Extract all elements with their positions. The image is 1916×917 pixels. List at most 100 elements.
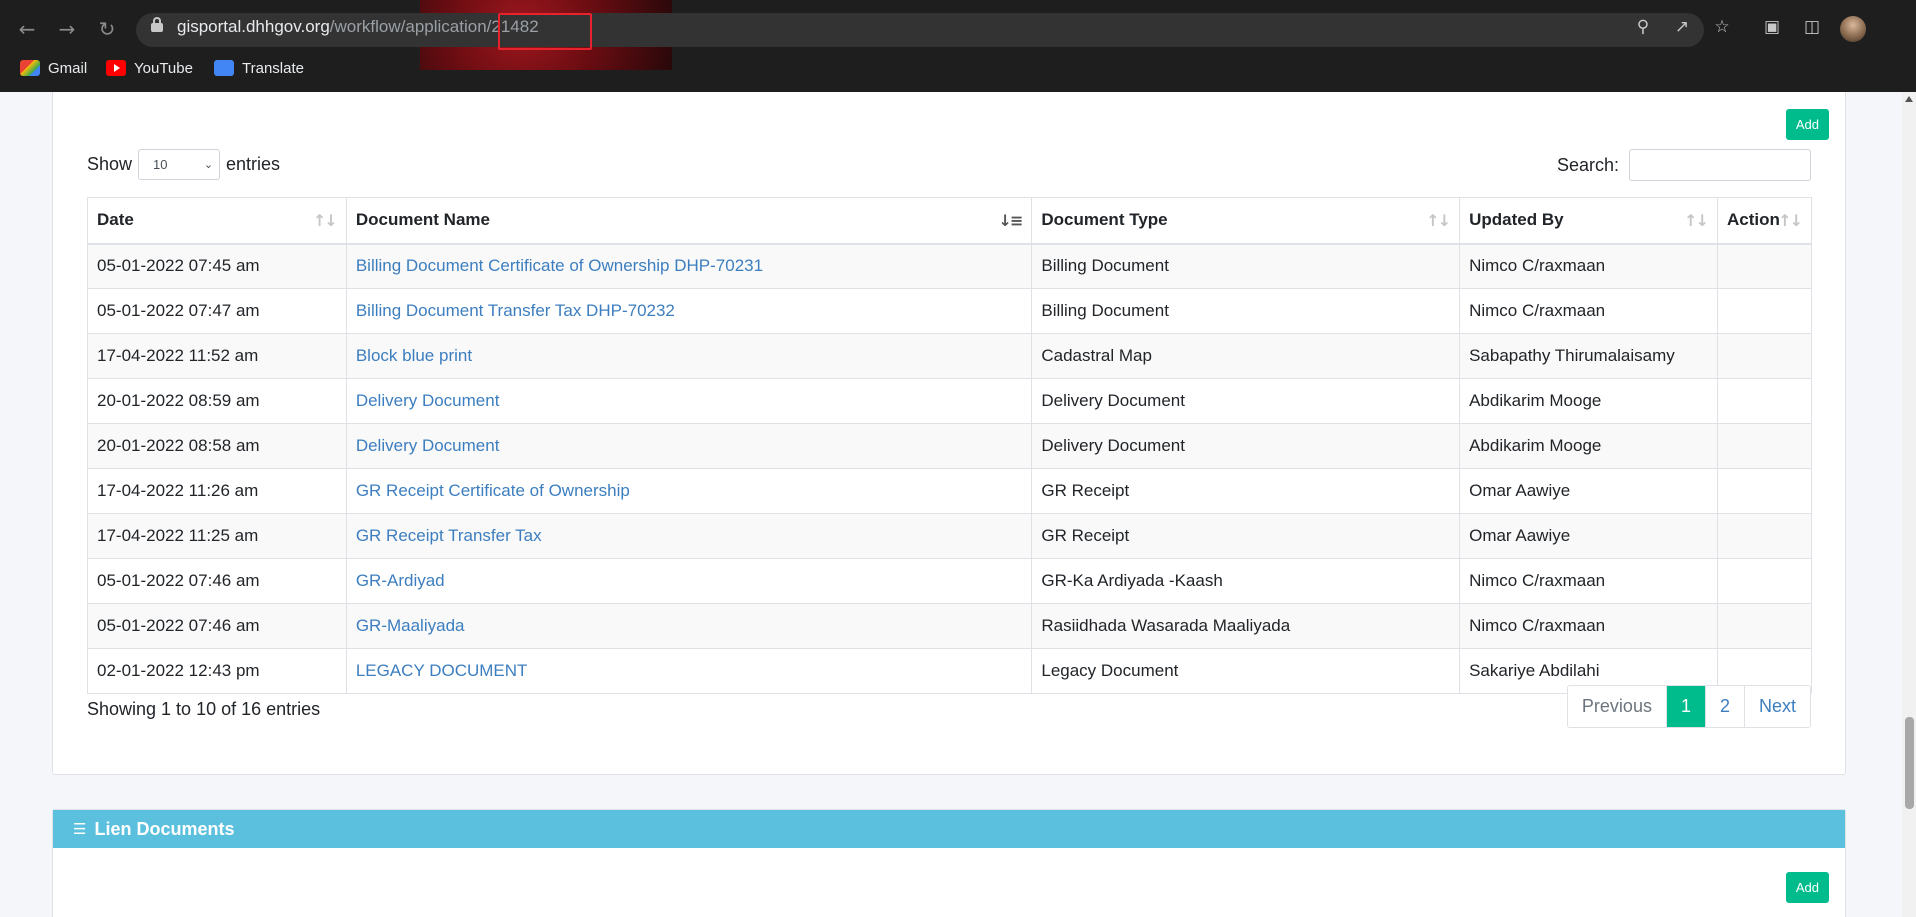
share-icon[interactable]: ↗ <box>1672 17 1692 37</box>
chevron-down-icon: ⌄ <box>203 158 214 171</box>
table-row: 05-01-2022 07:45 am Billing Document Cert… <box>87 243 1813 289</box>
back-icon[interactable]: ← <box>14 16 40 42</box>
zoom-icon[interactable]: ⚲ <box>1633 17 1653 37</box>
table-header-row: Date ↑↓ Document Name ↓≡ Document Type ↑↓ U… <box>87 197 1813 245</box>
extensions-icon[interactable]: ▣ <box>1762 17 1782 37</box>
cell-document-name: Delivery Document <box>345 423 1033 469</box>
pagination-page-2[interactable]: 2 <box>1704 686 1744 727</box>
document-link[interactable]: GR Receipt Transfer Tax <box>356 526 542 545</box>
cell-document-type: GR-Ka Ardiyada -Kaash <box>1031 558 1461 604</box>
pagination-page-1[interactable]: 1 <box>1665 686 1705 727</box>
cell-date: 05-01-2022 07:45 am <box>87 243 347 289</box>
cell-date: 20-01-2022 08:58 am <box>87 423 347 469</box>
search-input[interactable] <box>1629 149 1811 181</box>
bookmarks-bar: Gmail YouTube Translate <box>0 56 1916 80</box>
bookmark-translate[interactable]: Translate <box>214 56 304 80</box>
list-icon: ☰ <box>73 820 87 838</box>
cell-action <box>1716 468 1813 514</box>
cell-updated-by: Abdikarim Mooge <box>1459 423 1718 469</box>
cell-date: 02-01-2022 12:43 pm <box>87 648 347 694</box>
cell-action <box>1716 423 1813 469</box>
document-link[interactable]: LEGACY DOCUMENT <box>356 661 528 680</box>
document-link[interactable]: Billing Document Transfer Tax DHP-70232 <box>356 301 675 320</box>
document-link[interactable]: Block blue print <box>356 346 472 365</box>
sort-icon: ↑↓ <box>313 211 338 230</box>
cell-document-name: Delivery Document <box>345 378 1033 424</box>
document-link[interactable]: GR-Maaliyada <box>356 616 465 635</box>
cell-document-type: GR Receipt <box>1031 468 1461 514</box>
side-panel-icon[interactable]: ◫ <box>1802 17 1822 37</box>
bookmark-star-icon[interactable]: ☆ <box>1712 17 1732 37</box>
lien-documents-card-header: ☰ Lien Documents <box>53 810 1845 848</box>
cell-updated-by: Abdikarim Mooge <box>1459 378 1718 424</box>
cell-date: 05-01-2022 07:46 am <box>87 558 347 604</box>
bookmark-youtube[interactable]: YouTube <box>106 56 193 80</box>
url-text[interactable]: gisportal.dhhgov.org/workflow/applicatio… <box>177 17 539 37</box>
cell-document-name: GR Receipt Certificate of Ownership <box>345 468 1033 514</box>
scrollbar-thumb[interactable] <box>1905 717 1914 809</box>
url-highlight-box <box>498 13 592 50</box>
document-link[interactable]: Delivery Document <box>356 436 500 455</box>
cell-document-type: Legacy Document <box>1031 648 1461 694</box>
pagination: Previous 1 2 Next <box>1566 685 1811 728</box>
cell-document-type: Billing Document <box>1031 243 1461 289</box>
lock-icon[interactable] <box>151 17 163 32</box>
table-row: 20-01-2022 08:58 am Delivery Document Deli… <box>87 423 1813 469</box>
cell-document-name: Billing Document Transfer Tax DHP-70232 <box>345 288 1033 334</box>
cell-updated-by: Omar Aawiye <box>1459 468 1718 514</box>
reload-icon[interactable]: ↻ <box>94 16 120 42</box>
sort-ascending-icon: ↓≡ <box>998 211 1024 230</box>
column-header-date[interactable]: Date ↑↓ <box>87 197 347 245</box>
document-link[interactable]: GR-Ardiyad <box>356 571 445 590</box>
table-row: 05-01-2022 07:47 am Billing Document Tran… <box>87 288 1813 334</box>
cell-date: 20-01-2022 08:59 am <box>87 378 347 424</box>
page-scrollbar[interactable] <box>1902 92 1916 917</box>
column-header-action[interactable]: Action ↑↓ <box>1716 197 1813 245</box>
youtube-icon <box>106 60 126 76</box>
sort-icon: ↑↓ <box>1684 211 1709 230</box>
pagination-previous[interactable]: Previous <box>1567 686 1666 727</box>
table-row: 20-01-2022 08:59 am Delivery Document Deli… <box>87 378 1813 424</box>
add-document-button[interactable]: Add <box>1785 109 1829 140</box>
sort-icon: ↑↓ <box>1778 211 1803 230</box>
documents-table: Date ↑↓ Document Name ↓≡ Document Type ↑↓ U… <box>87 197 1813 694</box>
cell-document-name: GR-Maaliyada <box>345 603 1033 649</box>
table-row: 05-01-2022 07:46 am GR-Maaliyada Rasiidhad… <box>87 603 1813 649</box>
cell-action <box>1716 243 1813 289</box>
profile-avatar[interactable] <box>1840 16 1866 42</box>
cell-action <box>1716 333 1813 379</box>
cell-date: 17-04-2022 11:52 am <box>87 333 347 379</box>
document-link[interactable]: Billing Document Certificate of Ownershi… <box>356 256 763 275</box>
cell-updated-by: Nimco C/raxmaan <box>1459 603 1718 649</box>
table-row: 02-01-2022 12:43 pm LEGACY DOCUMENT Legacy… <box>87 648 1813 694</box>
add-lien-document-button[interactable]: Add <box>1785 872 1829 903</box>
cell-date: 17-04-2022 11:25 am <box>87 513 347 559</box>
cell-updated-by: Omar Aawiye <box>1459 513 1718 559</box>
cell-document-type: Delivery Document <box>1031 378 1461 424</box>
entries-select[interactable]: 10 ⌄ <box>138 149 221 180</box>
pagination-next[interactable]: Next <box>1743 686 1810 727</box>
bookmark-gmail[interactable]: Gmail <box>20 56 87 80</box>
forward-icon[interactable]: → <box>54 16 80 42</box>
entries-length-control: Show 10 ⌄ entries <box>87 149 280 180</box>
document-link[interactable]: Delivery Document <box>356 391 500 410</box>
column-header-document-type[interactable]: Document Type ↑↓ <box>1031 197 1461 245</box>
cell-date: 05-01-2022 07:46 am <box>87 603 347 649</box>
column-header-document-name[interactable]: Document Name ↓≡ <box>345 197 1033 245</box>
scroll-up-icon[interactable] <box>1905 96 1913 102</box>
column-header-updated-by[interactable]: Updated By ↑↓ <box>1459 197 1718 245</box>
cell-document-type: Delivery Document <box>1031 423 1461 469</box>
gmail-icon <box>20 60 40 76</box>
cell-action <box>1716 513 1813 559</box>
translate-icon <box>214 60 234 76</box>
document-link[interactable]: GR Receipt Certificate of Ownership <box>356 481 630 500</box>
table-row: 05-01-2022 07:46 am GR-Ardiyad GR-Ka Ardiy… <box>87 558 1813 604</box>
search-control: Search: <box>1557 149 1811 181</box>
cell-updated-by: Nimco C/raxmaan <box>1459 288 1718 334</box>
cell-document-type: Rasiidhada Wasarada Maaliyada <box>1031 603 1461 649</box>
page-content: Add Show 10 ⌄ entries Search: Date ↑↓ Docu… <box>0 92 1916 917</box>
cell-document-name: GR Receipt Transfer Tax <box>345 513 1033 559</box>
documents-table-body: 05-01-2022 07:45 am Billing Document Cert… <box>87 243 1813 694</box>
cell-action <box>1716 378 1813 424</box>
cell-updated-by: Nimco C/raxmaan <box>1459 558 1718 604</box>
